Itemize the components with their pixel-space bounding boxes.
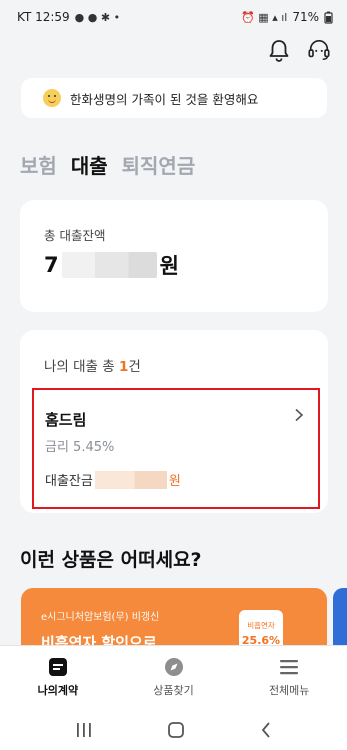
my-loans-card: 나의 대출 총 1건 홈드림 금리 5.45% 대출잔금 원 xyxy=(20,330,328,513)
recommendation-title: 이런 상품은 어떠세요? xyxy=(20,549,202,571)
loan-interest-rate: 금리 5.45% xyxy=(45,440,115,455)
nav-label: 나의계약 xyxy=(37,684,79,697)
bottom-navigation: 나의계약 상품찾기 전체메뉴 xyxy=(0,645,347,709)
loan-balance-label: 대출잔금 xyxy=(45,474,93,489)
welcome-text: 한화생명의 가족이 된 것을 환영해요 xyxy=(70,91,259,107)
battery-icon xyxy=(324,11,333,24)
back-icon[interactable] xyxy=(260,721,272,739)
notification-icons: ● ● ✱ • xyxy=(74,10,121,24)
loan-count-number: 1 xyxy=(118,359,129,375)
nav-label: 상품찾기 xyxy=(153,684,194,697)
status-carrier-time: KT 12:59 xyxy=(17,10,70,24)
tab-retirement-pension[interactable]: 퇴직연금 xyxy=(122,150,196,179)
tab-insurance[interactable]: 보험 xyxy=(20,150,57,179)
battery-level: 71% xyxy=(292,10,319,24)
category-tabs: 보험 대출 퇴직연금 xyxy=(20,150,195,179)
total-loan-balance-card: 총 대출잔액 7 원 xyxy=(20,200,328,312)
system-navigation-bar xyxy=(0,709,347,750)
loan-count: 나의 대출 총 1건 xyxy=(44,355,141,375)
chevron-right-icon xyxy=(295,408,304,422)
loan-balance-unit: 원 xyxy=(168,474,181,489)
smiley-face-icon xyxy=(43,89,61,107)
amount-prefix: 7 xyxy=(44,253,59,277)
masked-amount xyxy=(61,252,157,278)
customer-service-headset-icon[interactable] xyxy=(307,38,331,62)
recent-apps-icon[interactable] xyxy=(75,722,93,738)
system-status-icons: ⏰ ▦ ▴ ıl xyxy=(241,10,288,24)
hamburger-menu-icon xyxy=(280,660,299,675)
nav-all-menu[interactable]: 전체메뉴 xyxy=(231,646,347,709)
header-actions xyxy=(267,38,331,62)
nav-find-products[interactable]: 상품찾기 xyxy=(116,646,232,709)
contract-document-icon xyxy=(48,658,67,676)
loan-name: 홈드림 xyxy=(45,411,87,429)
loan-item-homedream[interactable]: 홈드림 금리 5.45% 대출잔금 원 xyxy=(32,388,320,509)
home-icon[interactable] xyxy=(167,721,185,739)
total-balance-amount: 7 원 xyxy=(44,250,179,280)
loan-count-prefix: 나의 대출 총 xyxy=(44,359,119,375)
status-bar: KT 12:59 ● ● ✱ • ⏰ ▦ ▴ ıl 71% xyxy=(0,0,347,34)
welcome-banner: 한화생명의 가족이 된 것을 환영해요 xyxy=(21,78,327,118)
tab-loan[interactable]: 대출 xyxy=(71,150,108,179)
nav-my-contracts[interactable]: 나의계약 xyxy=(0,646,116,709)
bell-icon[interactable] xyxy=(267,38,291,62)
compass-icon xyxy=(164,658,183,676)
total-balance-label: 총 대출잔액 xyxy=(44,228,106,243)
amount-unit: 원 xyxy=(159,254,179,278)
loan-count-suffix: 건 xyxy=(128,359,141,375)
promo-badge-label: 비흡연자 xyxy=(247,621,275,630)
promo-subtitle: e시그니처암보험(무) 비갱신 xyxy=(41,612,160,623)
loan-balance: 대출잔금 원 xyxy=(45,470,181,489)
masked-balance xyxy=(94,470,167,489)
nav-label: 전체메뉴 xyxy=(268,684,310,697)
